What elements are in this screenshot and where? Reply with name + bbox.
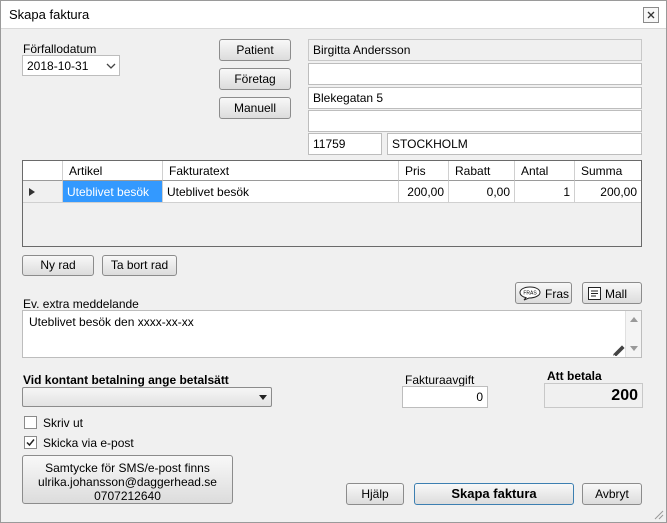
remove-row-button[interactable]: Ta bort rad (102, 255, 177, 276)
checkmark-icon (26, 439, 35, 447)
email-label: Skicka via e-post (43, 436, 134, 450)
column-header-pris[interactable]: Pris (399, 161, 449, 181)
cancel-button[interactable]: Avbryt (582, 483, 642, 505)
help-button[interactable]: Hjälp (346, 483, 404, 505)
extra-message-textarea[interactable]: Uteblivet besök den xxxx-xx-xx (22, 310, 642, 358)
print-label: Skriv ut (43, 416, 84, 430)
mall-label: Mall (605, 287, 628, 301)
svg-text:FRAS: FRAS (523, 291, 537, 297)
column-header-fakturatext[interactable]: Fakturatext (163, 161, 399, 181)
column-header-rabatt[interactable]: Rabatt (449, 161, 515, 181)
invoice-fee-input[interactable]: 0 (402, 386, 488, 408)
chevron-down-icon (106, 63, 116, 69)
manual-button[interactable]: Manuell (219, 97, 291, 119)
total-amount: 200 (544, 383, 643, 408)
close-button[interactable] (643, 7, 659, 23)
consent-line-3: 0707212640 (94, 489, 161, 503)
scroll-down-icon[interactable] (630, 346, 638, 352)
address-line-2-field[interactable] (308, 63, 642, 85)
invoice-fee-label: Fakturaavgift (405, 373, 475, 387)
extra-message-label: Ev. extra meddelande (23, 297, 139, 311)
company-button[interactable]: Företag (219, 68, 291, 90)
payment-method-label: Vid kontant betalning ange betalsätt (23, 373, 229, 387)
fras-label: Fras (545, 287, 569, 301)
row-header-corner (23, 161, 63, 181)
scroll-up-icon[interactable] (630, 316, 638, 322)
invoice-rows-table: Artikel Fakturatext Pris Rabatt Antal Su… (22, 160, 642, 247)
consent-line-2: ulrika.johansson@daggerhead.se (38, 475, 217, 489)
email-checkbox[interactable] (24, 436, 37, 449)
due-date-value: 2018-10-31 (27, 59, 89, 73)
new-row-button[interactable]: Ny rad (22, 255, 94, 276)
cell-artikel[interactable]: Uteblivet besök (63, 181, 163, 203)
pencil-icon (613, 345, 625, 356)
name-field[interactable]: Birgitta Andersson (308, 39, 642, 61)
zip-field[interactable]: 11759 (308, 133, 382, 155)
message-scrollbar[interactable] (625, 311, 641, 357)
address-line-4-field[interactable] (308, 110, 642, 132)
consent-button[interactable]: Samtycke för SMS/e-post finns ulrika.joh… (22, 455, 233, 504)
resize-grip-icon[interactable] (652, 508, 664, 520)
consent-line-1: Samtycke för SMS/e-post finns (45, 461, 210, 475)
template-icon (588, 287, 601, 300)
row-pointer-icon (29, 188, 35, 196)
title-bar (1, 1, 666, 29)
mall-button[interactable]: Mall (582, 282, 642, 304)
cell-summa[interactable]: 200,00 (575, 181, 641, 203)
close-icon (647, 11, 655, 19)
total-label: Att betala (547, 369, 602, 383)
row-selector[interactable] (23, 181, 63, 203)
street-field[interactable]: Blekegatan 5 (308, 87, 642, 109)
payment-method-select[interactable] (22, 387, 272, 407)
cell-antal[interactable]: 1 (515, 181, 575, 203)
chevron-down-icon (259, 395, 267, 400)
patient-button[interactable]: Patient (219, 39, 291, 61)
city-field[interactable]: STOCKHOLM (387, 133, 642, 155)
cell-fakturatext[interactable]: Uteblivet besök (163, 181, 399, 203)
due-date-label: Förfallodatum (23, 42, 97, 56)
create-invoice-button[interactable]: Skapa faktura (414, 483, 574, 505)
window-title: Skapa faktura (9, 7, 90, 22)
column-header-summa[interactable]: Summa (575, 161, 641, 181)
extra-message-text: Uteblivet besök den xxxx-xx-xx (29, 315, 194, 329)
column-header-artikel[interactable]: Artikel (63, 161, 163, 181)
print-checkbox[interactable] (24, 416, 37, 429)
cell-rabatt[interactable]: 0,00 (449, 181, 515, 203)
cell-pris[interactable]: 200,00 (399, 181, 449, 203)
speech-bubble-icon: FRAS (519, 286, 541, 301)
due-date-picker[interactable]: 2018-10-31 (22, 55, 120, 76)
column-header-antal[interactable]: Antal (515, 161, 575, 181)
fras-button[interactable]: FRAS Fras (515, 282, 572, 304)
